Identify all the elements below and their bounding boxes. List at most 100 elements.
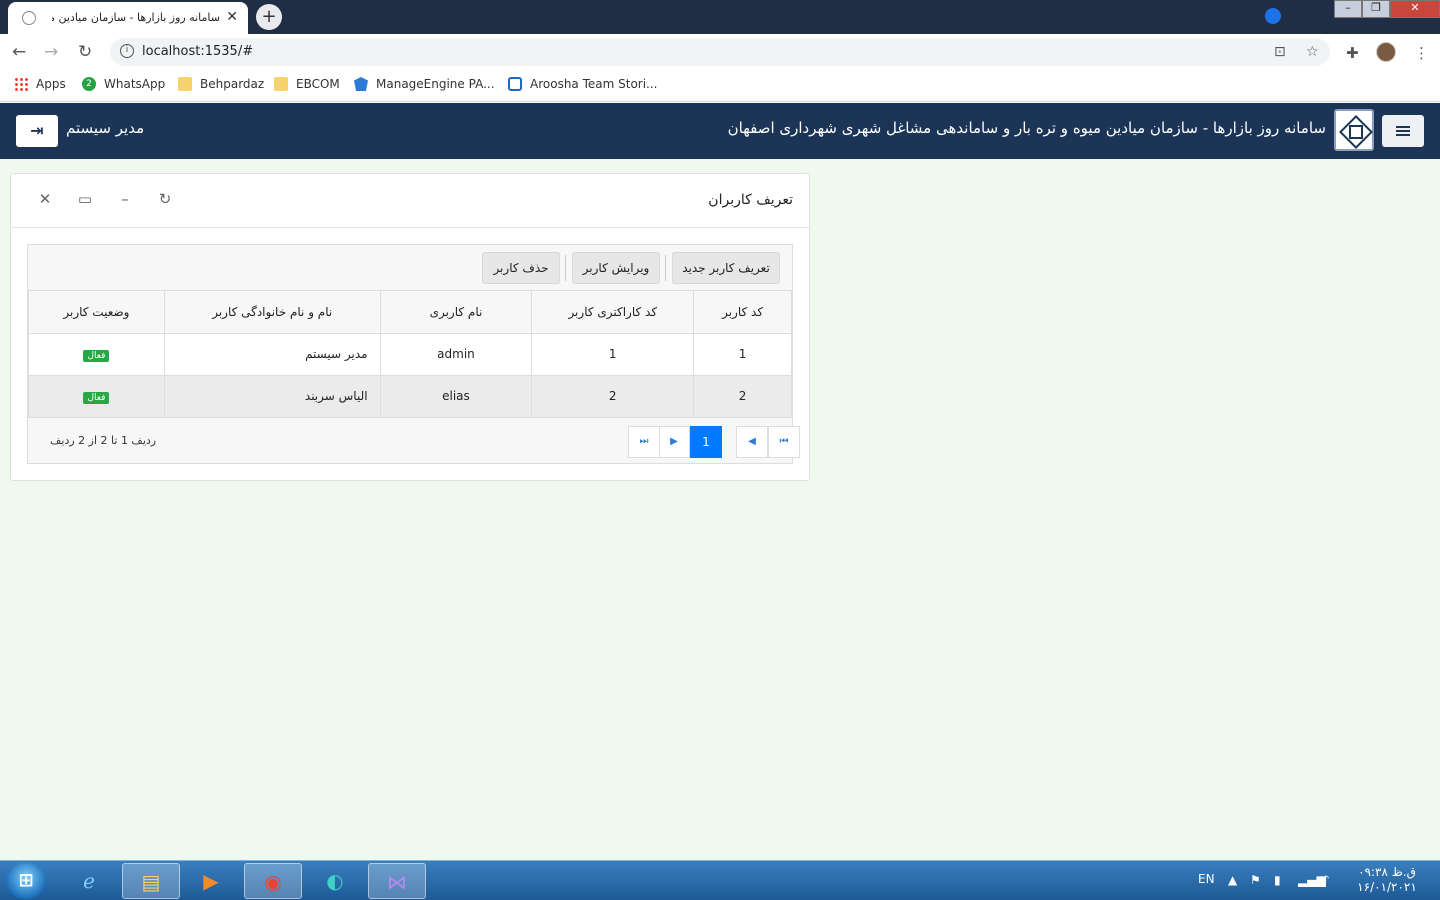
bookmarks-bar: Apps 2 WhatsApp Behpardaz EBCOM ManageEn…: [0, 70, 1440, 102]
cell-full-name: الیاس سربند: [163, 374, 381, 418]
azure-devops-icon: [508, 77, 522, 91]
grid-toolbar: تعریف کاربر جدید ویرایش کاربر حذف کاربر: [28, 245, 792, 291]
clock-time: ۰۹:۳۸ ق.ظ: [1358, 865, 1416, 879]
reload-icon[interactable]: ↻: [78, 42, 92, 62]
windows-logo-icon: ⊞: [18, 870, 34, 891]
column-header-full-name[interactable]: نام و نام خانوادگی کاربر: [163, 291, 381, 334]
delete-user-button[interactable]: حذف کاربر: [482, 252, 560, 284]
browser-tab[interactable]: سامانه روز بازارها - سازمان میادین میوه …: [8, 2, 248, 34]
browser-tab-bar: سامانه روز بازارها - سازمان میادین میوه …: [0, 0, 1440, 34]
taskbar-edge[interactable]: ◐: [306, 863, 364, 899]
cell-status: فعال: [28, 332, 165, 376]
internet-explorer-icon: ℯ: [83, 869, 95, 893]
visual-studio-icon: ⋈: [387, 870, 407, 894]
edit-user-button[interactable]: ویرایش کاربر: [572, 252, 660, 284]
column-header-char-code[interactable]: کد کاراکتری کاربر: [531, 291, 695, 334]
apps-grid-icon: [14, 77, 28, 91]
grid-pager: ⏮ ◀ 1 ▶ ⏭ ردیف 1 تا 2 از 2 ردیف: [28, 419, 800, 463]
taskbar-ie[interactable]: ℯ: [60, 863, 118, 899]
menu-toggle-button[interactable]: [1382, 115, 1424, 147]
tab-close-icon[interactable]: ✕: [226, 9, 238, 25]
system-clock[interactable]: ۰۹:۳۸ ق.ظ ۱۶/۰۱/۲۰۲۱: [1352, 865, 1422, 895]
table-row[interactable]: 1 1 admin مدیر سیستم فعال: [28, 332, 792, 376]
close-panel-icon[interactable]: ✕: [35, 190, 55, 208]
folder-icon: [178, 77, 192, 91]
hamburger-icon: [1396, 126, 1410, 128]
network-flag-icon[interactable]: ⚑: [1250, 873, 1261, 887]
last-page-icon[interactable]: ⏭: [628, 426, 660, 458]
bookmark-whatsapp[interactable]: 2 WhatsApp: [82, 77, 165, 91]
cell-username: elias: [379, 374, 533, 418]
cell-status: فعال: [28, 374, 165, 418]
status-badge: فعال: [83, 349, 110, 362]
taskbar-media[interactable]: ▶: [182, 863, 240, 899]
bookmark-aroosha[interactable]: Aroosha Team Stori...: [508, 77, 658, 91]
first-page-icon[interactable]: ⏮: [768, 426, 800, 458]
maximize-panel-icon[interactable]: ▭: [75, 190, 95, 208]
app-header: سامانه روز بازارها - سازمان میادین میوه …: [0, 103, 1440, 159]
start-button[interactable]: ⊞: [6, 863, 46, 899]
chrome-icon: ◉: [264, 870, 282, 894]
refresh-icon[interactable]: ↻: [155, 190, 175, 208]
show-hidden-icons-icon[interactable]: ▲: [1228, 873, 1237, 887]
organization-logo: [1334, 109, 1374, 151]
cell-user-id: 1: [693, 332, 792, 376]
file-explorer-icon: ▤: [141, 870, 161, 894]
maximize-window-button[interactable]: ❐: [1362, 0, 1390, 18]
extensions-puzzle-icon[interactable]: ✚: [1346, 44, 1359, 62]
translate-icon[interactable]: ⊡: [1274, 44, 1286, 60]
logout-button[interactable]: ⇥: [16, 115, 58, 147]
column-header-user-id[interactable]: کد کاربر: [693, 291, 792, 334]
profile-avatar[interactable]: [1376, 42, 1396, 62]
manageengine-icon: [354, 77, 368, 91]
column-header-status[interactable]: وضعیت کاربر: [28, 291, 165, 334]
new-user-button[interactable]: تعریف کاربر جدید: [672, 252, 780, 284]
toolbar-separator: [665, 255, 666, 281]
minimize-panel-icon[interactable]: –: [115, 190, 135, 208]
folder-icon: [274, 77, 288, 91]
site-info-icon[interactable]: i: [120, 44, 134, 58]
window-profile-icon[interactable]: [1265, 8, 1281, 24]
current-user-name: مدیر سیستم: [66, 119, 145, 137]
pager-info: ردیف 1 تا 2 از 2 ردیف: [50, 434, 157, 447]
bookmark-ebcom[interactable]: EBCOM: [274, 77, 340, 91]
forward-arrow-icon[interactable]: →: [44, 42, 58, 62]
bookmark-manageengine[interactable]: ManageEngine PA...: [354, 77, 495, 91]
taskbar-chrome[interactable]: ◉: [244, 863, 302, 899]
back-arrow-icon[interactable]: ←: [12, 42, 26, 62]
cell-char-code: 1: [531, 332, 695, 376]
status-badge: فعال: [83, 391, 110, 404]
page-number-button[interactable]: 1: [690, 426, 722, 458]
cell-username: admin: [379, 332, 533, 376]
windows-taskbar: ⊞ ℯ ▤ ▶ ◉ ◐ ⋈ EN ▲ ⚑ ▮ ▂▄▆ ♪ ۰۹:۳۸ ق.ظ ۱…: [0, 860, 1440, 900]
cell-full-name: مدیر سیستم: [163, 332, 381, 376]
tab-title: سامانه روز بازارها - سازمان میادین میوه …: [52, 11, 220, 24]
taskbar-explorer[interactable]: ▤: [122, 863, 180, 899]
taskbar-visual-studio[interactable]: ⋈: [368, 863, 426, 899]
volume-icon[interactable]: ♪: [1322, 873, 1330, 887]
next-page-icon[interactable]: ▶: [658, 426, 690, 458]
media-player-icon: ▶: [203, 869, 219, 893]
column-header-username[interactable]: نام کاربری: [379, 291, 533, 334]
edge-icon: ◐: [326, 869, 344, 893]
logout-icon: ⇥: [30, 121, 44, 140]
site-favicon-icon: [22, 11, 36, 25]
browser-menu-icon[interactable]: ⋮: [1414, 44, 1429, 62]
url-text[interactable]: localhost:1535/#: [142, 44, 253, 59]
bookmark-behpardaz[interactable]: Behpardaz: [178, 77, 264, 91]
bookmark-star-icon[interactable]: ☆: [1306, 44, 1319, 60]
address-bar[interactable]: i localhost:1535/# ⊡ ☆: [110, 38, 1330, 66]
cell-user-id: 2: [693, 374, 792, 418]
previous-page-icon[interactable]: ◀: [736, 426, 768, 458]
browser-toolbar: ← → ↻ i localhost:1535/# ⊡ ☆ ✚ ⋮: [0, 34, 1440, 70]
app-title: سامانه روز بازارها - سازمان میادین میوه …: [727, 119, 1326, 137]
language-indicator[interactable]: EN: [1198, 872, 1215, 886]
battery-icon[interactable]: ▮: [1274, 873, 1281, 887]
new-tab-button[interactable]: +: [256, 4, 282, 30]
bookmark-apps[interactable]: Apps: [14, 77, 66, 91]
table-row[interactable]: 2 2 elias الیاس سربند فعال: [28, 374, 792, 418]
minimize-window-button[interactable]: –: [1334, 0, 1362, 18]
panel-title: تعریف کاربران: [708, 192, 793, 208]
users-grid: تعریف کاربر جدید ویرایش کاربر حذف کاربر …: [27, 244, 800, 464]
close-window-button[interactable]: ✕: [1390, 0, 1440, 18]
